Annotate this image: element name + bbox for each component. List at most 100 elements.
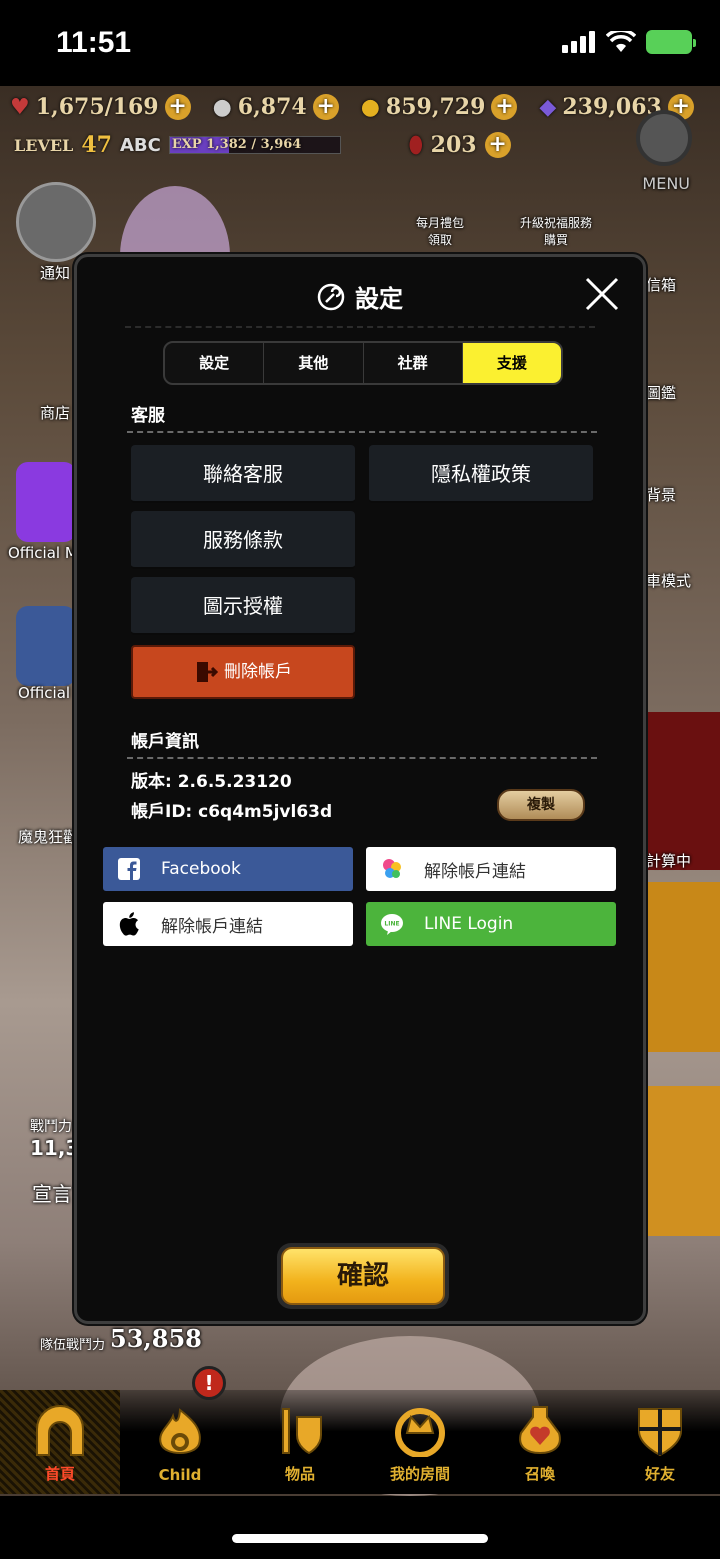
contact-support-button[interactable]: 聯絡客服 xyxy=(131,445,355,503)
unlink-game-center-button[interactable]: 解除帳戶連結 xyxy=(366,847,616,891)
mail-label: 信箱 xyxy=(646,276,677,294)
dialog-title: 設定 xyxy=(77,279,643,314)
unlink-apple-label: 解除帳戶連結 xyxy=(161,916,263,937)
version-text: 版本: 2.6.5.23120 xyxy=(131,772,292,792)
gem-resource: ⬮ 203 + xyxy=(409,132,511,158)
tab-support[interactable]: 支援 xyxy=(462,343,561,383)
add-stamina-button[interactable]: + xyxy=(164,94,191,120)
dialog-title-text: 設定 xyxy=(355,285,403,313)
silver-coin-icon: ● xyxy=(212,94,232,120)
team-power-value: 53,858 xyxy=(110,1324,202,1353)
stamina-value: 1,675/169 xyxy=(35,94,159,120)
tab-community[interactable]: 社群 xyxy=(364,343,463,383)
line-login-button[interactable]: LINE LINE Login xyxy=(366,902,616,946)
bottom-navigation: 首頁 Child 物品 我的房間 召喚 好友 xyxy=(0,1390,720,1494)
line-login-label: LINE Login xyxy=(424,914,514,934)
settings-wrench-icon xyxy=(317,283,345,310)
crystal-icon: ◆ xyxy=(539,94,557,120)
game-center-icon xyxy=(366,857,418,881)
customer-service-heading: 客服 xyxy=(131,406,165,426)
title-divider xyxy=(125,326,595,328)
devil-event-label: 魔鬼狂歡 xyxy=(18,828,79,846)
tab-settings[interactable]: 設定 xyxy=(165,343,265,383)
promo-label: 宣言 xyxy=(32,1182,72,1206)
cellular-signal-icon xyxy=(562,31,595,53)
unlink-game-center-label: 解除帳戶連結 xyxy=(424,861,526,882)
background-label: 背景 xyxy=(646,486,677,504)
world-banner[interactable] xyxy=(646,1086,720,1236)
official-m-icon[interactable] xyxy=(16,462,76,542)
level-row: LEVEL 47 ABC EXP 1,382 / 3,964 ⬮ 203 + xyxy=(14,132,511,158)
gold-value: 859,729 xyxy=(385,94,486,120)
copy-button[interactable]: 複製 xyxy=(497,789,585,821)
silver-resource: ● 6,874 + xyxy=(213,94,339,120)
section-divider xyxy=(127,431,597,433)
notification-badge: ! xyxy=(192,1366,226,1400)
home-indicator[interactable] xyxy=(232,1534,488,1543)
menu-label: MENU xyxy=(642,174,690,193)
exit-door-icon xyxy=(197,662,218,682)
level-number: 47 xyxy=(81,132,112,158)
potion-heart-icon xyxy=(519,1406,561,1455)
facebook-label: Facebook xyxy=(161,859,241,879)
upgrade-service-label[interactable]: 升級祝福服務 購買 xyxy=(520,214,592,248)
nav-my-room[interactable]: 我的房間 xyxy=(360,1390,480,1494)
delete-account-button[interactable]: 刪除帳戶 xyxy=(131,645,355,699)
notice-label: 通知 xyxy=(40,264,71,282)
settings-tabs: 設定 其他 社群 支援 xyxy=(163,341,563,385)
privacy-policy-button[interactable]: 隱私權政策 xyxy=(369,445,593,503)
confirm-label: 確認 xyxy=(281,1247,445,1305)
close-icon[interactable] xyxy=(583,275,621,313)
status-bar: 11:51 xyxy=(0,0,720,86)
exp-text: EXP 1,382 / 3,964 xyxy=(171,137,302,152)
gold-coin-icon: ● xyxy=(360,94,380,120)
account-id-text: 帳戶ID: c6q4m5jvl63d xyxy=(131,802,333,822)
gallery-label: 圖鑑 xyxy=(646,384,677,402)
stamina-resource: ♥ 1,675/169 + xyxy=(10,94,191,120)
add-gold-button[interactable]: + xyxy=(491,94,518,120)
apple-icon xyxy=(103,912,155,936)
menu-gear-icon[interactable] xyxy=(636,110,692,166)
heart-icon: ♥ xyxy=(10,94,30,120)
gold-resource: ● 859,729 + xyxy=(361,94,518,120)
nav-my-room-label: 我的房間 xyxy=(389,1465,450,1483)
confirm-button[interactable]: 確認 xyxy=(277,1243,449,1309)
event-banner[interactable] xyxy=(646,712,720,870)
nav-items[interactable]: 物品 xyxy=(240,1390,360,1494)
silver-value: 6,874 xyxy=(237,94,307,120)
official-facebook-icon[interactable] xyxy=(16,606,76,686)
status-icons xyxy=(562,30,696,54)
settings-dialog: 設定 設定 其他 社群 支援 客服 聯絡客服 隱私權政策 服務條款 圖示授權 刪… xyxy=(74,254,646,1324)
gem-value: 203 xyxy=(430,132,477,158)
tab-other[interactable]: 其他 xyxy=(264,343,364,383)
unlink-apple-button[interactable]: 解除帳戶連結 xyxy=(103,902,353,946)
wifi-icon xyxy=(606,31,636,52)
story-banner[interactable] xyxy=(646,882,720,1052)
event-icon[interactable] xyxy=(16,182,96,262)
nav-summon[interactable]: 召喚 xyxy=(480,1390,600,1494)
calc-label: 計算中 xyxy=(646,852,692,870)
nav-home[interactable]: 首頁 xyxy=(0,1390,120,1494)
facebook-login-button[interactable]: Facebook xyxy=(103,847,353,891)
shield-icon xyxy=(638,1408,682,1457)
add-silver-button[interactable]: + xyxy=(312,94,339,120)
status-time: 11:51 xyxy=(56,26,132,59)
add-gem-button[interactable]: + xyxy=(484,132,511,158)
nav-child[interactable]: Child xyxy=(120,1390,240,1494)
icon-license-button[interactable]: 圖示授權 xyxy=(131,577,355,635)
crown-wreath-icon xyxy=(395,1408,445,1457)
mode-label: 車模式 xyxy=(646,572,692,590)
section-divider xyxy=(127,757,597,759)
facebook-icon xyxy=(103,858,155,880)
nav-items-label: 物品 xyxy=(284,1465,315,1483)
red-gem-icon: ⬮ xyxy=(408,132,423,158)
battery-charging-icon xyxy=(646,30,696,54)
resource-bar: ♥ 1,675/169 + ● 6,874 + ● 859,729 + ◆ 23… xyxy=(10,94,694,120)
flame-eye-icon xyxy=(159,1408,201,1454)
terms-of-service-button[interactable]: 服務條款 xyxy=(131,511,355,569)
nav-friends[interactable]: 好友 xyxy=(600,1390,720,1494)
official-fb-label: Official xyxy=(18,684,71,702)
monthly-pack-label[interactable]: 每月禮包 領取 xyxy=(416,214,464,248)
nav-friends-label: 好友 xyxy=(644,1465,675,1483)
battle-power-label: 戰鬥力 xyxy=(30,1119,72,1135)
